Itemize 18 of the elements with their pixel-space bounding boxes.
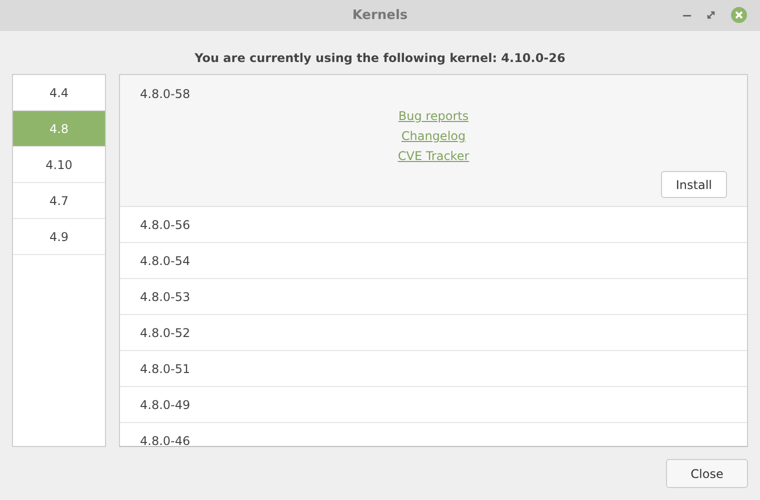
series-item[interactable]: 4.10 xyxy=(13,147,105,183)
kernel-version: 4.8.0-53 xyxy=(140,288,190,306)
close-button[interactable]: Close xyxy=(666,459,748,488)
maximize-icon[interactable] xyxy=(706,10,716,20)
close-icon[interactable] xyxy=(730,6,748,24)
kernel-row[interactable]: 4.8.0-58 Bug reports Changelog CVE Tracker Install xyxy=(120,75,747,207)
kernel-version: 4.8.0-52 xyxy=(140,324,190,342)
kernel-version: 4.8.0-54 xyxy=(140,252,190,270)
window-title: Kernels xyxy=(352,6,408,25)
kernel-version: 4.8.0-58 xyxy=(140,86,192,103)
kernel-version: 4.8.0-46 xyxy=(140,432,190,446)
series-item[interactable]: 4.7 xyxy=(13,183,105,219)
kernel-version: 4.8.0-51 xyxy=(140,360,190,378)
install-button[interactable]: Install xyxy=(660,171,727,198)
series-item[interactable]: 4.9 xyxy=(13,219,105,255)
current-kernel-text: You are currently using the following kernel: 4.10.0-26 xyxy=(194,50,566,67)
kernel-version: 4.8.0-56 xyxy=(140,216,190,234)
kernel-version: 4.8.0-49 xyxy=(140,396,190,414)
